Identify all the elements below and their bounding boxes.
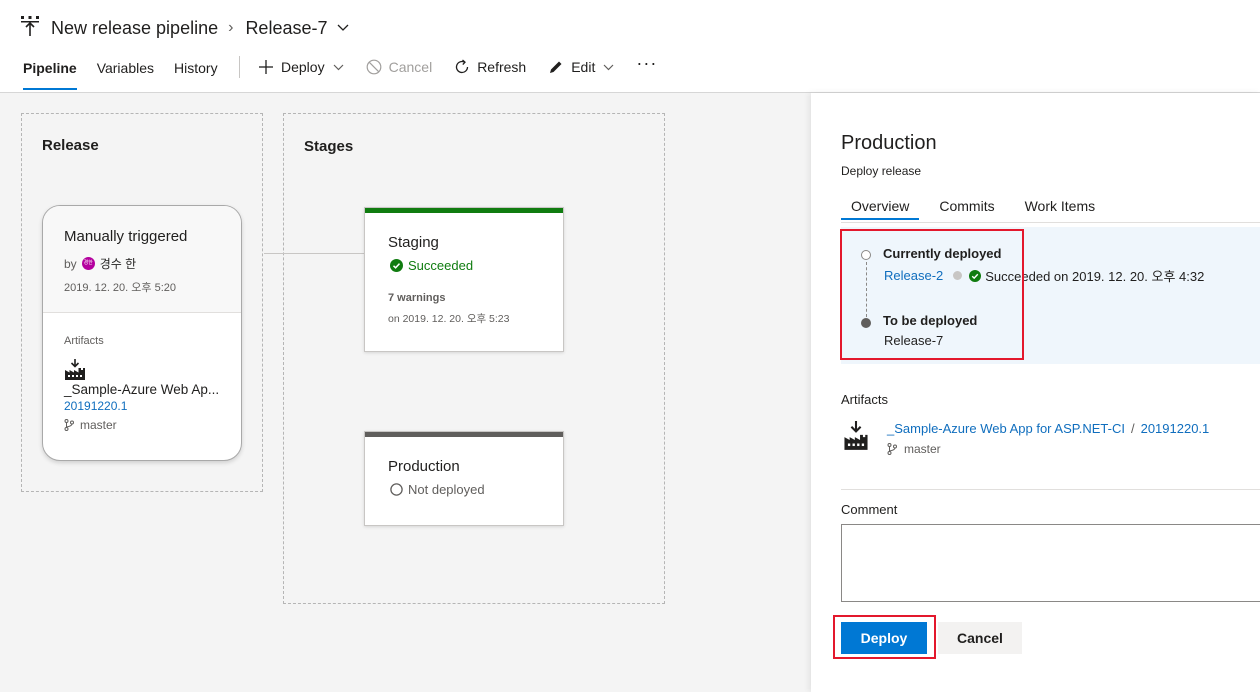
artifacts-label: Artifacts bbox=[841, 392, 888, 407]
tab-work-items[interactable]: Work Items bbox=[1025, 198, 1106, 220]
release-section-title: Release bbox=[42, 137, 99, 154]
highlight-annotation bbox=[840, 229, 1024, 360]
edit-menu-button[interactable]: Edit bbox=[548, 59, 614, 75]
chevron-down-icon bbox=[333, 64, 344, 70]
refresh-button[interactable]: Refresh bbox=[454, 59, 526, 75]
build-artifact-icon bbox=[844, 421, 868, 450]
main-tabs: Pipeline Variables History bbox=[23, 58, 238, 90]
chevron-down-icon[interactable] bbox=[337, 24, 349, 32]
triggered-by: by 경한 경수 한 bbox=[64, 255, 220, 272]
build-artifact-icon bbox=[65, 359, 85, 380]
plus-icon bbox=[259, 60, 273, 74]
pipeline-name-link[interactable]: New release pipeline bbox=[51, 18, 218, 39]
release-timestamp: 2019. 12. 20. 오후 5:20 bbox=[64, 282, 176, 294]
tab-history[interactable]: History bbox=[174, 58, 218, 90]
tab-overview[interactable]: Overview bbox=[841, 198, 920, 220]
deploy-menu-button[interactable]: Deploy bbox=[258, 59, 344, 75]
stage-status-text: Not deployed bbox=[408, 482, 485, 497]
stage-status: Succeeded bbox=[390, 258, 563, 273]
stage-timestamp: on 2019. 12. 20. 오후 5:23 bbox=[388, 313, 510, 325]
stages-section-title: Stages bbox=[304, 138, 354, 155]
artifact-version-link[interactable]: 20191220.1 bbox=[64, 399, 220, 413]
not-deployed-circle-icon bbox=[390, 483, 403, 496]
highlight-annotation bbox=[833, 615, 936, 659]
trigger-text: Manually triggered bbox=[64, 228, 188, 245]
panel-subtitle: Deploy release bbox=[841, 164, 922, 178]
stage-card-staging[interactable]: Staging Succeeded 7 warnings on 2019. 12… bbox=[364, 207, 564, 352]
deploy-menu-label: Deploy bbox=[281, 59, 325, 75]
refresh-label: Refresh bbox=[477, 59, 527, 75]
toolbar: Deploy Cancel Refresh Edit ··· bbox=[258, 53, 679, 78]
header: New release pipeline › Release-7 Pipelin… bbox=[0, 0, 1260, 93]
chevron-right-icon: › bbox=[228, 19, 234, 36]
stage-warnings: 7 warnings bbox=[388, 292, 446, 304]
artifact-separator: / bbox=[1130, 421, 1135, 436]
stages-section bbox=[283, 113, 665, 604]
pipeline-canvas: Release Stages Manually triggered by 경한 … bbox=[0, 93, 811, 692]
comment-label: Comment bbox=[841, 502, 898, 517]
comment-field[interactable] bbox=[841, 524, 1260, 602]
cancel-circle-icon bbox=[366, 59, 381, 75]
stage-name: Staging bbox=[388, 234, 439, 251]
branch-name: master bbox=[80, 418, 117, 432]
cancel-toolbar-button[interactable]: Cancel bbox=[366, 59, 433, 75]
panel-tabs: Overview Commits Work Items bbox=[841, 198, 1125, 220]
artifact-row: _Sample-Azure Web App for ASP.NET-CI / 201… bbox=[887, 421, 1209, 436]
branch-icon bbox=[64, 419, 74, 431]
tab-variables[interactable]: Variables bbox=[97, 58, 154, 90]
breadcrumb: New release pipeline › Release-7 bbox=[51, 16, 349, 40]
cancel-toolbar-label: Cancel bbox=[388, 59, 433, 75]
release-card-header: Manually triggered by 경한 경수 한 2019. 12. … bbox=[43, 206, 241, 313]
stage-status-text: Succeeded bbox=[408, 258, 474, 273]
artifact-branch: master bbox=[887, 442, 941, 456]
pencil-icon bbox=[550, 61, 562, 73]
artifact-name: _Sample-Azure Web Ap... bbox=[64, 382, 220, 397]
stage-status-bar bbox=[365, 208, 563, 213]
panel-title: Production bbox=[841, 132, 937, 154]
avatar: 경한 bbox=[81, 257, 95, 270]
release-name-selector[interactable]: Release-7 bbox=[245, 18, 327, 39]
artifacts-label: Artifacts bbox=[64, 335, 104, 347]
stage-card-production[interactable]: Production Not deployed bbox=[364, 431, 564, 526]
by-prefix: by bbox=[64, 256, 77, 271]
release-pipeline-icon bbox=[21, 16, 39, 36]
more-actions-button[interactable]: ··· bbox=[636, 53, 657, 74]
release-card[interactable]: Manually triggered by 경한 경수 한 2019. 12. … bbox=[42, 205, 242, 461]
cancel-button[interactable]: Cancel bbox=[938, 622, 1022, 654]
chevron-down-icon bbox=[603, 64, 614, 70]
tab-pipeline[interactable]: Pipeline bbox=[23, 58, 77, 90]
deploy-release-panel: Production Deploy release Overview Commi… bbox=[811, 93, 1260, 692]
toolbar-divider bbox=[239, 56, 240, 78]
branch-icon bbox=[887, 443, 897, 455]
tab-commits[interactable]: Commits bbox=[939, 198, 1004, 220]
artifact-branch: master bbox=[64, 418, 220, 432]
branch-name: master bbox=[904, 442, 941, 456]
edit-menu-label: Edit bbox=[571, 59, 596, 75]
artifact-version-link[interactable]: 20191220.1 bbox=[1141, 421, 1210, 436]
stage-status: Not deployed bbox=[390, 482, 563, 497]
user-name: 경수 한 bbox=[99, 257, 137, 271]
release-card-artifacts: Artifacts _Sample-Azure Web Ap... 201912… bbox=[43, 313, 241, 432]
section-divider bbox=[841, 489, 1260, 490]
stage-name: Production bbox=[388, 458, 460, 475]
panel-tabs-divider bbox=[841, 222, 1260, 223]
pipeline-connector bbox=[264, 253, 364, 254]
refresh-icon bbox=[456, 59, 469, 74]
artifact-name-link[interactable]: _Sample-Azure Web App for ASP.NET-CI bbox=[887, 421, 1125, 436]
stage-status-bar bbox=[365, 432, 563, 437]
success-check-icon bbox=[390, 259, 403, 272]
